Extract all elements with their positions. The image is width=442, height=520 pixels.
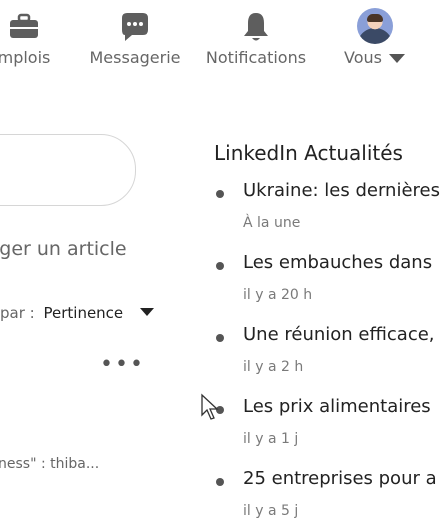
news-title: LinkedIn Actualités [214,141,403,165]
bullet-icon [216,262,224,270]
bullet-icon [216,334,224,342]
news-item[interactable]: Une réunion efficace, il y a 2 h [214,324,442,396]
linkedin-page: mplois Messagerie Notifications Vous ige… [0,0,442,520]
sort-value[interactable]: Pertinence [43,304,123,322]
nav-item-messaging[interactable]: Messagerie [84,0,186,84]
news-meta: il y a 5 j [243,503,299,519]
news-meta: il y a 20 h [243,287,313,303]
bullet-icon [216,478,224,486]
news-headline[interactable]: Une réunion efficace, [243,324,435,345]
news-headline[interactable]: Ukraine: les dernières [243,180,440,201]
news-headline[interactable]: Les embauches dans [243,252,432,273]
bullet-icon [216,190,224,198]
chevron-down-icon[interactable] [389,54,405,63]
more-options-button[interactable]: ••• [100,352,145,377]
news-headline[interactable]: Les prix alimentaires [243,396,431,417]
nav-item-jobs[interactable]: mplois [0,0,68,84]
nav-item-me[interactable]: Vous [338,0,412,84]
news-item[interactable]: Les embauches dans il y a 20 h [214,252,442,324]
avatar-hair [367,14,383,22]
news-panel: LinkedIn Actualités Ukraine: les dernièr… [214,138,442,520]
start-post-input[interactable] [0,134,136,206]
bell-icon [244,13,268,41]
nav-label-jobs: mplois [0,48,51,67]
chevron-down-icon[interactable] [139,308,154,316]
news-headline[interactable]: 25 entreprises pour a [243,468,437,489]
news-item[interactable]: Les prix alimentaires il y a 1 j [214,396,442,468]
news-meta: À la une [243,215,301,231]
sort-control[interactable]: par : Pertinence [0,304,154,322]
news-item[interactable]: 25 entreprises pour a il y a 5 j [214,468,442,520]
nav-label-messaging: Messagerie [89,48,181,67]
feed-column: iger un article par : Pertinence ••• nes… [0,84,190,520]
avatar[interactable] [357,8,393,44]
chat-bubble-icon [122,13,148,41]
nav-item-notifications[interactable]: Notifications [200,0,312,84]
news-meta: il y a 1 j [243,431,299,447]
news-meta: il y a 2 h [243,359,304,375]
briefcase-icon [10,13,38,38]
post-snippet-text: ness" : thiba... [0,456,100,472]
top-navigation: mplois Messagerie Notifications Vous [0,0,442,84]
news-item[interactable]: Ukraine: les dernières À la une [214,180,442,252]
sort-prefix-label: par : [0,304,35,322]
write-article-link[interactable]: iger un article [0,238,127,260]
nav-label-notifications: Notifications [205,48,307,67]
mouse-pointer-icon [201,393,219,420]
